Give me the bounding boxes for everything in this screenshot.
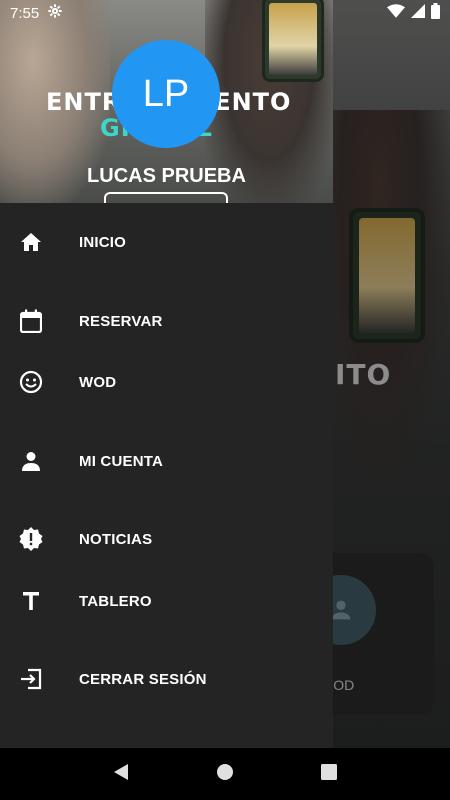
- menu-item-mi-cuenta[interactable]: MI CUENTA: [0, 437, 333, 485]
- recents-square-icon[interactable]: [320, 763, 337, 785]
- avatar[interactable]: LP: [112, 40, 220, 148]
- gear-icon: [47, 3, 63, 23]
- text-t-icon: [18, 588, 44, 614]
- menu-item-noticias[interactable]: NOTICIAS: [0, 515, 333, 563]
- menu-item-label: CERRAR SESIÓN: [79, 670, 207, 688]
- navigation-drawer: ENTRENAMIENTO GRUPAL LP LUCAS PRUEBA INI…: [0, 0, 333, 748]
- calendar-icon: [18, 308, 44, 334]
- person-icon: [18, 448, 44, 474]
- home-icon: [18, 229, 44, 255]
- status-time: 7:55: [10, 4, 40, 22]
- alert-badge-icon: [18, 526, 44, 552]
- user-name: LUCAS PRUEBA: [87, 165, 246, 187]
- menu-item-label: MI CUENTA: [79, 452, 164, 470]
- logout-icon: [18, 666, 44, 692]
- menu-item-wod[interactable]: WOD: [0, 358, 333, 406]
- menu-item-reservar[interactable]: RESERVAR: [0, 297, 333, 345]
- menu-item-label: TABLERO: [79, 592, 152, 610]
- system-nav-bar: [0, 748, 450, 800]
- menu-item-inicio[interactable]: INICIO: [0, 218, 333, 266]
- status-bar: 7:55: [0, 0, 450, 26]
- menu-item-label: WOD: [79, 373, 117, 391]
- menu-item-tablero[interactable]: TABLERO: [0, 577, 333, 625]
- battery-icon: [431, 3, 440, 23]
- menu-item-label: INICIO: [79, 233, 127, 251]
- header-outline-button[interactable]: [104, 192, 228, 203]
- signal-icon: [411, 4, 425, 22]
- home-circle-icon[interactable]: [216, 763, 234, 786]
- drawer-scrim[interactable]: [333, 0, 450, 748]
- menu-item-label: NOTICIAS: [79, 530, 153, 548]
- smiley-icon: [18, 369, 44, 395]
- menu-item-cerrar-sesion[interactable]: CERRAR SESIÓN: [0, 655, 333, 703]
- back-triangle-icon[interactable]: [113, 763, 129, 786]
- wifi-icon: [387, 4, 405, 22]
- drawer-header: ENTRENAMIENTO GRUPAL LP LUCAS PRUEBA: [0, 0, 333, 203]
- menu-item-label: RESERVAR: [79, 312, 163, 330]
